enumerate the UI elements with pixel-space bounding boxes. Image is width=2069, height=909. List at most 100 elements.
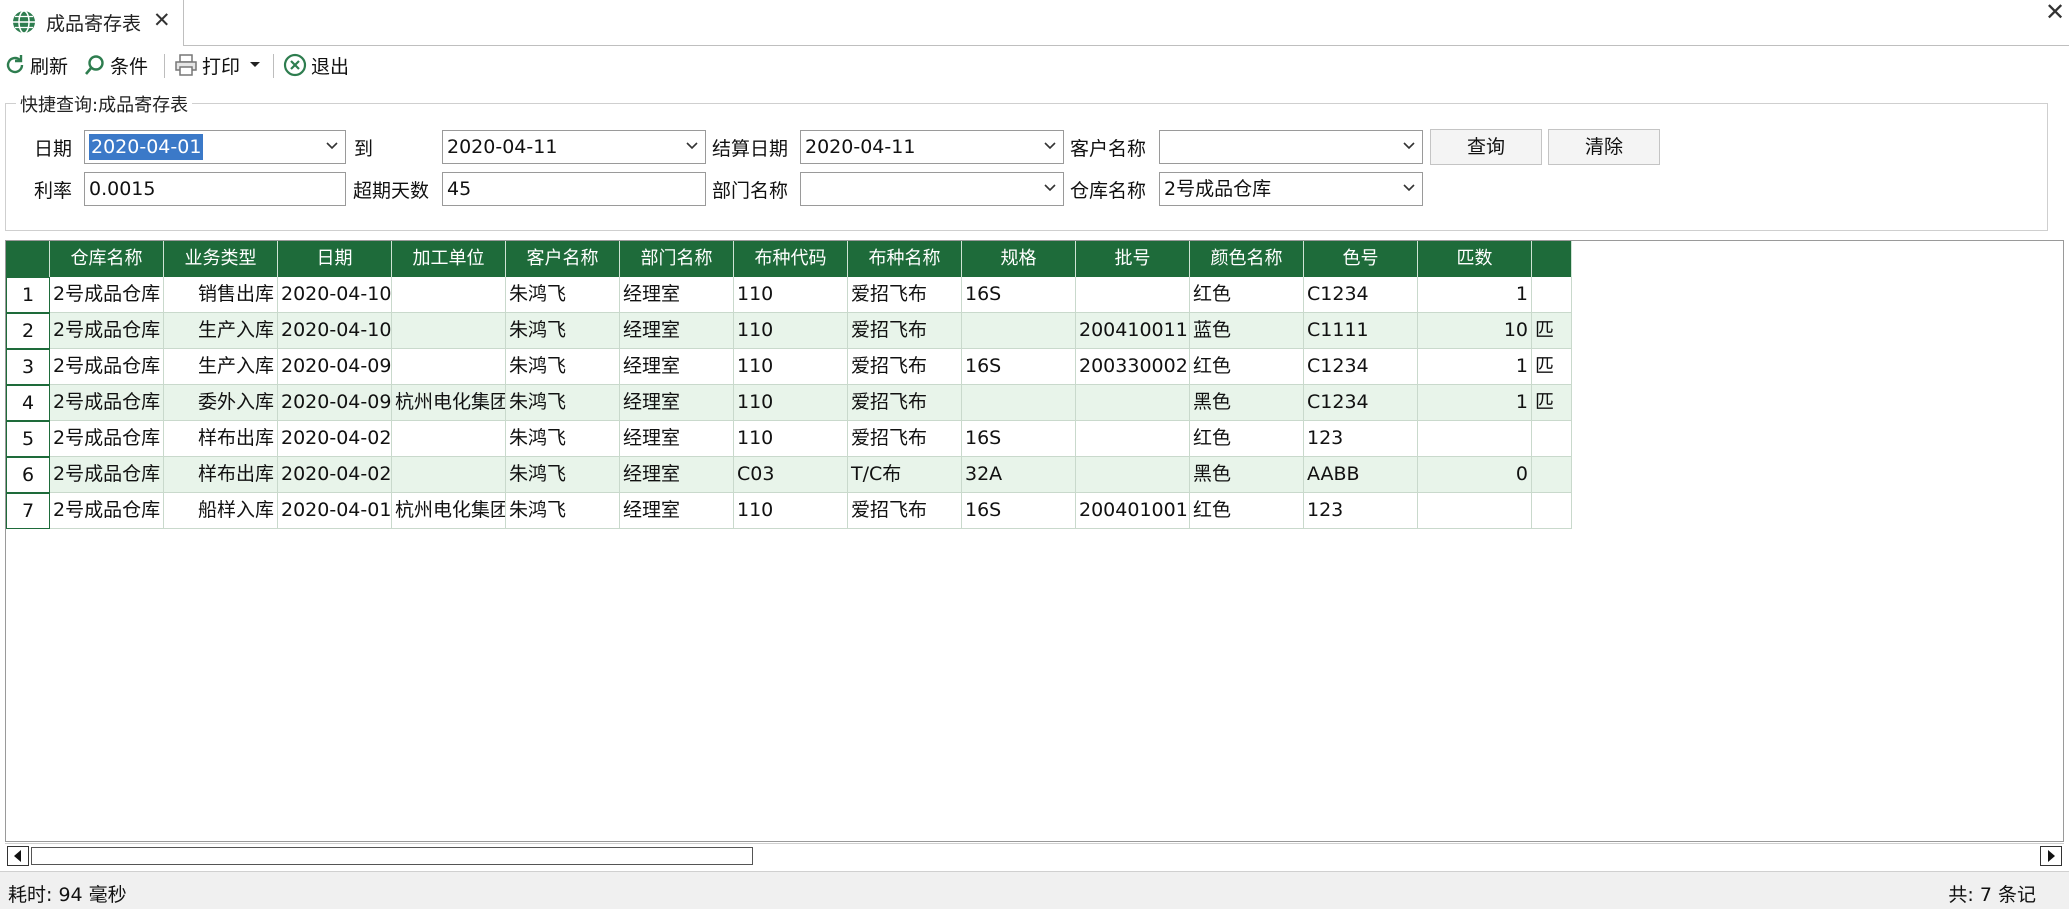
column-header[interactable]: 客户名称 (506, 241, 620, 277)
column-header[interactable]: 仓库名称 (50, 241, 164, 277)
table-cell[interactable]: 2020-04-10 (278, 313, 392, 349)
row-number[interactable]: 7 (6, 493, 50, 529)
column-header[interactable]: 加工单位 (392, 241, 506, 277)
table-cell[interactable]: 2号成品仓库 (50, 385, 164, 421)
table-cell[interactable]: 黑色 (1190, 385, 1304, 421)
table-row[interactable]: 42号成品仓库委外入库2020-04-09杭州电化集团有朱鸿飞经理室110爱招飞… (6, 385, 1572, 421)
table-cell[interactable] (962, 313, 1076, 349)
date-from-select[interactable]: 2020-04-01 (84, 130, 346, 164)
table-row[interactable]: 6 2号成品仓库 样布出库 2020-04-02 朱鸿飞 经理室 C03 T/C布 32A 黑色 A… (6, 457, 1572, 493)
table-cell[interactable] (1076, 277, 1190, 313)
table-cell[interactable]: 110 (734, 313, 848, 349)
table-cell[interactable]: C03 (734, 457, 848, 493)
table-cell-unit[interactable]: 匹 (1532, 349, 1572, 385)
chevron-down-icon[interactable] (1402, 181, 1416, 195)
data-grid[interactable]: 仓库名称 业务类型 日期 加工单位 客户名称 部门名称 布种代码 布种名称 规格 批号 颜色名称 色号… (5, 240, 2064, 842)
table-cell[interactable]: 1 (1418, 385, 1532, 421)
table-cell[interactable] (1076, 385, 1190, 421)
table-cell[interactable] (962, 385, 1076, 421)
column-header[interactable]: 日期 (278, 241, 392, 277)
clear-button[interactable]: 清除 (1548, 129, 1660, 165)
table-cell[interactable]: 样布出库 (164, 457, 278, 493)
table-cell[interactable]: 朱鸿飞 (506, 385, 620, 421)
table-cell[interactable]: 生产入库 (164, 349, 278, 385)
column-header[interactable]: 批号 (1076, 241, 1190, 277)
table-cell[interactable]: T/C布 (848, 457, 962, 493)
row-number[interactable]: 1 (6, 277, 50, 313)
table-row[interactable]: 2 2号成品仓库 生产入库 2020-04-10 朱鸿飞 经理室 110 爱招飞布 200410… (6, 313, 1572, 349)
table-cell[interactable]: 朱鸿飞 (506, 313, 620, 349)
table-cell[interactable] (392, 421, 506, 457)
table-cell[interactable]: 爱招飞布 (848, 313, 962, 349)
window-close-icon[interactable]: ✕ (2045, 0, 2065, 26)
table-cell[interactable]: 经理室 (620, 385, 734, 421)
table-cell[interactable]: 红色 (1190, 493, 1304, 529)
table-cell[interactable]: 2号成品仓库 (50, 313, 164, 349)
table-row[interactable]: 3 2号成品仓库 生产入库 2020-04-09 朱鸿飞 经理室 110 爱招飞布 16S 200… (6, 349, 1572, 385)
date-to-select[interactable]: 2020-04-11 (442, 130, 706, 164)
table-cell[interactable]: 200410011 (1076, 313, 1190, 349)
exit-button[interactable]: 退出 (283, 51, 349, 79)
scroll-thumb[interactable] (31, 847, 753, 865)
table-cell[interactable]: 16S (962, 421, 1076, 457)
dept-select[interactable] (800, 172, 1064, 206)
scroll-right-button[interactable] (2040, 846, 2062, 866)
column-header[interactable]: 匹数 (1418, 241, 1532, 277)
table-cell[interactable]: 32A (962, 457, 1076, 493)
row-number[interactable]: 6 (6, 457, 50, 493)
table-cell[interactable]: 销售出库 (164, 277, 278, 313)
rate-input[interactable]: 0.0015 (84, 172, 346, 206)
overdue-days-input[interactable]: 45 (442, 172, 706, 206)
column-header[interactable]: 部门名称 (620, 241, 734, 277)
column-header[interactable]: 规格 (962, 241, 1076, 277)
table-cell-unit[interactable]: 匹 (1532, 385, 1572, 421)
table-cell[interactable]: 杭州电化集团有 (392, 385, 506, 421)
table-cell[interactable]: 16S (962, 349, 1076, 385)
table-cell[interactable]: 16S (962, 277, 1076, 313)
chevron-down-icon[interactable] (1043, 181, 1057, 195)
column-header[interactable]: 色号 (1304, 241, 1418, 277)
table-cell[interactable]: 朱鸿飞 (506, 277, 620, 313)
table-cell[interactable]: 朱鸿飞 (506, 493, 620, 529)
table-cell[interactable]: 朱鸿飞 (506, 349, 620, 385)
table-cell[interactable]: 经理室 (620, 313, 734, 349)
table-cell[interactable]: 经理室 (620, 457, 734, 493)
table-cell[interactable] (1076, 457, 1190, 493)
table-cell[interactable]: 生产入库 (164, 313, 278, 349)
table-cell[interactable]: 110 (734, 493, 848, 529)
tab-finished-goods-storage[interactable]: 成品寄存表 ✕ (0, 0, 184, 46)
table-cell[interactable]: 2020-04-02 (278, 457, 392, 493)
table-cell[interactable]: 110 (734, 349, 848, 385)
table-cell[interactable]: AABB (1304, 457, 1418, 493)
table-cell[interactable]: C1234 (1304, 277, 1418, 313)
table-cell[interactable]: 杭州电化集团有 (392, 493, 506, 529)
table-cell[interactable]: 2号成品仓库 (50, 421, 164, 457)
column-header[interactable]: 业务类型 (164, 241, 278, 277)
table-cell-unit[interactable] (1532, 421, 1572, 457)
table-cell[interactable]: 样布出库 (164, 421, 278, 457)
table-cell[interactable]: 爱招飞布 (848, 277, 962, 313)
column-header[interactable]: 布种名称 (848, 241, 962, 277)
chevron-down-icon[interactable] (685, 139, 699, 153)
table-cell[interactable]: 1 (1418, 349, 1532, 385)
chevron-down-icon[interactable] (1402, 139, 1416, 153)
table-cell[interactable]: 110 (734, 421, 848, 457)
table-cell[interactable]: 经理室 (620, 349, 734, 385)
table-cell[interactable]: 经理室 (620, 493, 734, 529)
print-button[interactable]: 打印 (174, 51, 266, 79)
tab-close-icon[interactable]: ✕ (153, 8, 171, 32)
table-cell[interactable] (1076, 421, 1190, 457)
table-cell[interactable]: 110 (734, 277, 848, 313)
table-cell[interactable]: 1 (1418, 277, 1532, 313)
scroll-left-button[interactable] (7, 846, 29, 866)
column-header[interactable]: 布种代码 (734, 241, 848, 277)
table-cell-unit[interactable] (1532, 493, 1572, 529)
row-number[interactable]: 3 (6, 349, 50, 385)
settle-date-select[interactable]: 2020-04-11 (800, 130, 1064, 164)
query-button[interactable]: 查询 (1430, 129, 1542, 165)
table-cell[interactable]: 经理室 (620, 277, 734, 313)
chevron-down-icon[interactable] (325, 139, 339, 153)
table-cell[interactable]: 2020-04-09 (278, 349, 392, 385)
table-cell[interactable]: C1234 (1304, 349, 1418, 385)
table-cell[interactable] (392, 349, 506, 385)
